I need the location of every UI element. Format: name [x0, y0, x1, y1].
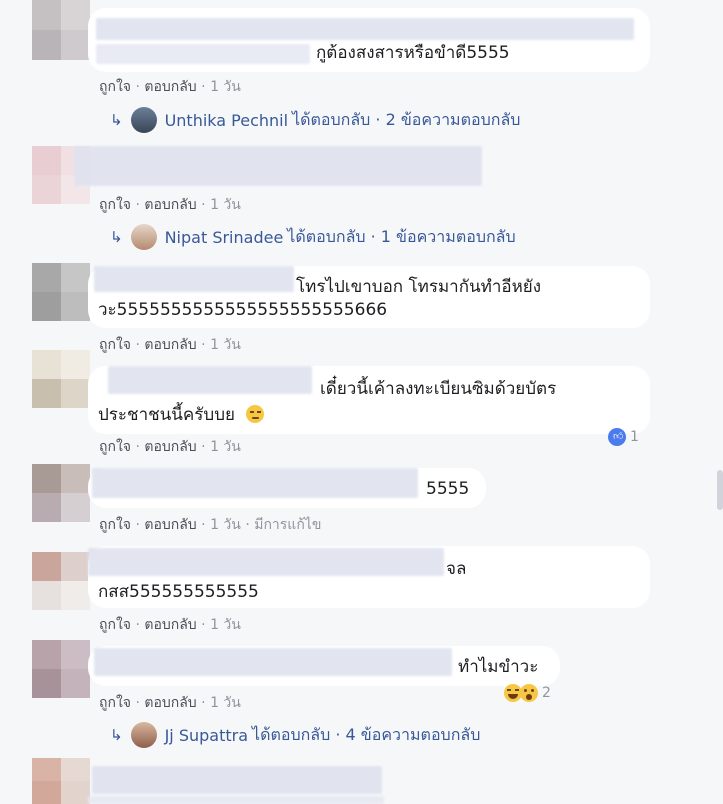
wow-icon — [520, 684, 538, 702]
like-link[interactable]: ถูกใจ — [99, 79, 131, 95]
reply-count[interactable]: ได้ตอบกลับ · 4 ข้อความตอบกลับ — [252, 723, 480, 748]
timestamp[interactable]: 1 วัน — [210, 617, 241, 633]
reply-author-name[interactable]: Jj Supattra — [165, 726, 248, 745]
like-link[interactable]: ถูกใจ — [99, 197, 131, 213]
comment-actions: ถูกใจ · ตอบกลับ · 1 วัน — [99, 334, 241, 356]
comment-text-line: เดี๋ยวนี้เค้าลงทะเบียนซิมด้วยบัตร — [320, 379, 557, 399]
timestamp[interactable]: 1 วัน — [210, 197, 241, 213]
commenter-avatar[interactable] — [32, 263, 90, 321]
commenter-avatar[interactable] — [32, 464, 90, 522]
commenter-avatar[interactable] — [32, 758, 90, 804]
like-link[interactable]: ถูกใจ — [99, 337, 131, 353]
reaction-count: 1 — [630, 429, 639, 445]
reply-avatar — [130, 224, 157, 250]
like-icon: 👍︎ — [608, 428, 626, 446]
separator: · — [201, 439, 211, 455]
commenter-avatar[interactable] — [32, 350, 90, 408]
separator: · — [245, 517, 255, 533]
reply-avatar — [130, 107, 157, 133]
reaction-summary[interactable]: 👍︎ 1 — [608, 428, 639, 446]
scrollbar-thumb[interactable] — [717, 470, 723, 510]
comment-bubble — [88, 764, 388, 804]
timestamp[interactable]: 1 วัน — [210, 439, 241, 455]
reply-link[interactable]: ตอบกลับ — [144, 439, 196, 455]
reply-link[interactable]: ตอบกลับ — [144, 337, 196, 353]
blurred-text — [96, 44, 310, 64]
like-link[interactable]: ถูกใจ — [99, 439, 131, 455]
edited-label[interactable]: มีการแก้ไข — [254, 517, 321, 533]
comment-actions: ถูกใจ · ตอบกลับ · 1 วัน — [99, 436, 241, 458]
comment-text-line: โทรไปเขาบอก โทรมากันทำอีหยัง — [296, 277, 542, 297]
blurred-text — [88, 548, 444, 576]
reply-count[interactable]: ได้ตอบกลับ · 2 ข้อความตอบกลับ — [292, 108, 520, 133]
commenter-avatar[interactable] — [32, 640, 90, 698]
comment-bubble: โทรไปเขาบอก โทรมากันทำอีหยัง วะ555555555… — [88, 266, 650, 328]
separator: · — [201, 79, 211, 95]
comment-text: 5555 — [426, 479, 470, 499]
smirk-emoji-icon — [246, 405, 265, 423]
comment-bubble — [74, 146, 488, 188]
comment-bubble: กูต้องสงสารหรือขำดี5555 — [88, 8, 650, 72]
comment-text: ทำไมขำวะ — [458, 657, 539, 677]
reply-arrow-icon: ↳ — [110, 726, 123, 744]
comment-text-line: ประชาชนนี้ครับบย — [98, 402, 265, 426]
view-replies-link[interactable]: ↳ Unthika Pechnil ได้ตอบกลับ · 2 ข้อความ… — [110, 107, 520, 133]
reply-avatar — [130, 722, 157, 748]
blurred-text — [88, 796, 384, 804]
separator: · — [201, 617, 211, 633]
comment-text: ประชาชนนี้ครับบย — [98, 405, 235, 425]
commenter-avatar[interactable] — [32, 0, 90, 60]
blurred-text — [92, 468, 418, 498]
blurred-text — [92, 766, 382, 794]
comment-text-line: วะ5555555555555555555555666 — [98, 300, 388, 320]
reply-arrow-icon: ↳ — [110, 228, 123, 246]
commenter-avatar[interactable] — [32, 552, 90, 610]
blurred-text — [74, 146, 482, 186]
view-replies-link[interactable]: ↳ Nipat Srinadee ได้ตอบกลับ · 1 ข้อความต… — [110, 224, 516, 250]
reply-count[interactable]: ได้ตอบกลับ · 1 ข้อความตอบกลับ — [287, 225, 515, 250]
reply-author-name[interactable]: Unthika Pechnil — [165, 111, 288, 130]
separator: · — [201, 337, 211, 353]
reply-link[interactable]: ตอบกลับ — [144, 79, 196, 95]
reaction-summary[interactable]: 2 — [504, 684, 551, 702]
comment-bubble: เดี๋ยวนี้เค้าลงทะเบียนซิมด้วยบัตร ประชาช… — [88, 366, 650, 434]
reply-link[interactable]: ตอบกลับ — [144, 617, 196, 633]
comment-text-line: กสส555555555555 — [98, 582, 259, 602]
comment-actions: ถูกใจ · ตอบกลับ · 1 วัน — [99, 76, 241, 98]
reply-arrow-icon: ↳ — [110, 111, 123, 129]
blurred-text — [108, 366, 312, 394]
reply-link[interactable]: ตอบกลับ — [144, 695, 196, 711]
comment-bubble: จล กสส555555555555 — [88, 546, 650, 608]
comment-text-line: จล — [446, 559, 467, 579]
reaction-count: 2 — [542, 685, 551, 701]
view-replies-link[interactable]: ↳ Jj Supattra ได้ตอบกลับ · 4 ข้อความตอบก… — [110, 722, 480, 748]
blurred-text — [94, 648, 452, 676]
comment-actions: ถูกใจ · ตอบกลับ · 1 วัน — [99, 614, 241, 636]
comment-bubble: 5555 — [88, 468, 486, 508]
comment-actions: ถูกใจ · ตอบกลับ · 1 วัน — [99, 692, 241, 714]
comment-text: กูต้องสงสารหรือขำดี5555 — [316, 43, 510, 63]
separator: · — [201, 695, 211, 711]
separator: · — [201, 197, 211, 213]
reply-link[interactable]: ตอบกลับ — [144, 197, 196, 213]
blurred-text — [94, 266, 294, 292]
comment-actions: ถูกใจ · ตอบกลับ · 1 วัน · มีการแก้ไข — [99, 514, 321, 536]
separator: · — [201, 517, 211, 533]
like-link[interactable]: ถูกใจ — [99, 695, 131, 711]
timestamp[interactable]: 1 วัน — [210, 517, 241, 533]
timestamp[interactable]: 1 วัน — [210, 337, 241, 353]
comment-actions: ถูกใจ · ตอบกลับ · 1 วัน — [99, 194, 241, 216]
timestamp[interactable]: 1 วัน — [210, 695, 241, 711]
like-link[interactable]: ถูกใจ — [99, 617, 131, 633]
like-link[interactable]: ถูกใจ — [99, 517, 131, 533]
reply-author-name[interactable]: Nipat Srinadee — [165, 228, 284, 247]
reply-link[interactable]: ตอบกลับ — [144, 517, 196, 533]
blurred-text — [96, 18, 634, 40]
comment-bubble: ทำไมขำวะ — [88, 646, 560, 686]
timestamp[interactable]: 1 วัน — [210, 79, 241, 95]
